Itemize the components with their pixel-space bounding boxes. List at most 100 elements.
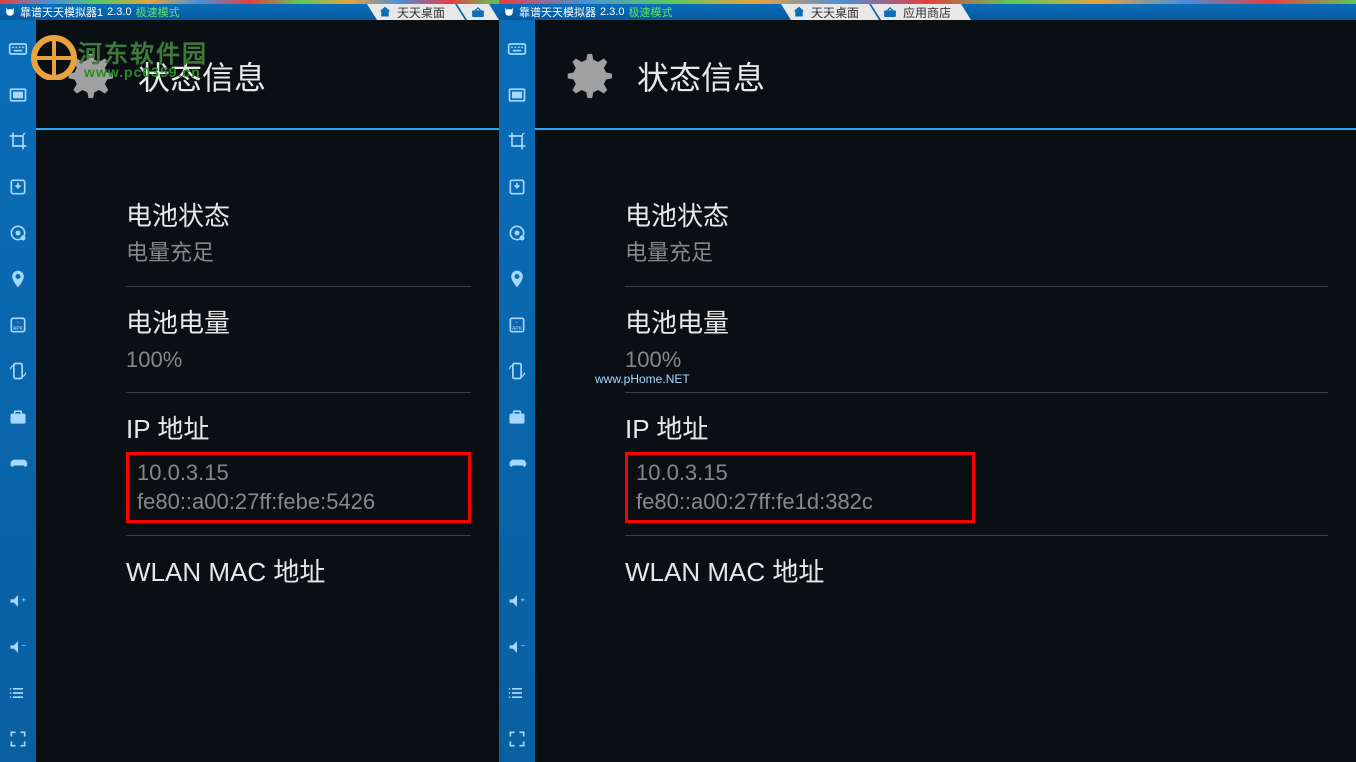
volume-down-icon[interactable]: − (499, 624, 535, 670)
app-logo-icon (503, 6, 515, 18)
tab-label: 应用商店 (903, 4, 951, 21)
app-name: 靠谱天天模拟器1 (20, 4, 103, 20)
download-icon[interactable] (499, 164, 535, 210)
home-icon (793, 6, 805, 18)
volume-up-icon[interactable]: + (0, 578, 36, 624)
ipv6-value: fe80::a00:27ff:febe:5426 (137, 488, 460, 517)
header-divider (36, 128, 499, 130)
battery-level-value: 100% (625, 346, 1328, 375)
ipv6-value: fe80::a00:27ff:fe1d:382c (636, 488, 964, 517)
app-mode: 极速模式 (628, 4, 672, 20)
list-icon[interactable] (0, 670, 36, 716)
ipv4-value: 10.0.3.15 (137, 459, 460, 488)
row-wlan-mac[interactable]: WLAN MAC 地址 (126, 536, 471, 613)
store-icon (883, 7, 897, 17)
header-divider (535, 128, 1356, 130)
svg-text:+: + (17, 320, 20, 325)
row-battery-level[interactable]: 电池电量 100% (625, 287, 1328, 393)
page-title: 状态信息 (637, 53, 765, 99)
row-ip-address[interactable]: IP 地址 10.0.3.15 fe80::a00:27ff:febe:5426 (126, 393, 471, 535)
wlan-mac-label: WLAN MAC 地址 (625, 552, 1328, 589)
tab-desktop[interactable]: 天天桌面 (781, 4, 879, 20)
ip-label: IP 地址 (126, 409, 471, 446)
page-title: 状态信息 (138, 53, 266, 99)
tab-label: 天天桌面 (811, 4, 859, 21)
emulator-left: 靠谱天天模拟器1 2.3.0 极速模式 天天桌面 +APK + (0, 0, 499, 762)
emulator-right: 靠谱天天模拟器 2.3.0 极速模式 天天桌面 应用商店 +APK (499, 0, 1356, 762)
app-logo-icon (4, 6, 16, 18)
gear-icon (563, 48, 619, 104)
svg-text:+: + (520, 595, 525, 605)
row-wlan-mac[interactable]: WLAN MAC 地址 (625, 536, 1328, 613)
wlan-mac-label: WLAN MAC 地址 (126, 552, 471, 589)
app-version: 2.3.0 (600, 6, 624, 18)
tab-store[interactable]: 应用商店 (871, 4, 971, 20)
home-icon (379, 6, 391, 18)
svg-text:−: − (520, 641, 525, 651)
info-list: 电池状态 电量充足 电池电量 100% IP 地址 10.0.3.15 fe80… (535, 180, 1356, 613)
battery-level-label: 电池电量 (126, 303, 471, 340)
svg-text:+: + (516, 320, 519, 325)
highlight-box: 10.0.3.15 fe80::a00:27ff:febe:5426 (126, 452, 471, 523)
row-battery-status[interactable]: 电池状态 电量充足 (625, 180, 1328, 286)
tab-label: 天天桌面 (397, 4, 445, 21)
ip-label: IP 地址 (625, 409, 1328, 446)
ipv4-value: 10.0.3.15 (636, 459, 964, 488)
list-icon[interactable] (499, 670, 535, 716)
svg-text:APK: APK (512, 326, 523, 332)
title-bar: 靠谱天天模拟器 2.3.0 极速模式 天天桌面 应用商店 (499, 4, 1356, 20)
content-area: www.pHome.NET 状态信息 电池状态 电量充足 电池电量 100% (535, 20, 1356, 762)
keyboard-icon[interactable] (499, 26, 535, 72)
store-icon (471, 7, 485, 17)
screenshot-icon[interactable] (499, 72, 535, 118)
volume-up-icon[interactable]: + (499, 578, 535, 624)
toolbox-icon[interactable] (499, 394, 535, 440)
apk-icon[interactable]: +APK (499, 302, 535, 348)
rotate-icon[interactable] (499, 348, 535, 394)
battery-status-label: 电池状态 (625, 196, 1328, 233)
row-battery-level[interactable]: 电池电量 100% (126, 287, 471, 393)
svg-text:+: + (21, 595, 26, 605)
tab-row: 天天桌面 应用商店 (789, 4, 971, 20)
toolbox-icon[interactable] (0, 394, 36, 440)
battery-level-label: 电池电量 (625, 303, 1328, 340)
app-name: 靠谱天天模拟器 (519, 4, 596, 20)
svg-text:APK: APK (13, 326, 24, 332)
camera-icon[interactable] (0, 210, 36, 256)
content-area: 河东软件园 www.pc0359.cn 状态信息 电池状态 电量充足 电池电量 (36, 20, 499, 762)
battery-level-value: 100% (126, 346, 471, 375)
app-mode: 极速模式 (136, 4, 180, 20)
svg-text:−: − (21, 641, 26, 651)
row-battery-status[interactable]: 电池状态 电量充足 (126, 180, 471, 286)
app-version: 2.3.0 (107, 6, 131, 18)
fullscreen-icon[interactable] (0, 716, 36, 762)
highlight-box: 10.0.3.15 fe80::a00:27ff:fe1d:382c (625, 452, 975, 523)
sidebar: +APK + − (499, 20, 535, 762)
sidebar: +APK + − (0, 20, 36, 762)
battery-status-label: 电池状态 (126, 196, 471, 233)
settings-header: 状态信息 (535, 20, 1356, 128)
battery-status-value: 电量充足 (625, 239, 1328, 268)
fullscreen-icon[interactable] (499, 716, 535, 762)
gear-icon (64, 48, 120, 104)
volume-down-icon[interactable]: − (0, 624, 36, 670)
location-icon[interactable] (0, 256, 36, 302)
screenshot-icon[interactable] (0, 72, 36, 118)
apk-icon[interactable]: +APK (0, 302, 36, 348)
title-bar: 靠谱天天模拟器1 2.3.0 极速模式 天天桌面 (0, 4, 499, 20)
settings-header: 状态信息 (36, 20, 499, 128)
crop-icon[interactable] (499, 118, 535, 164)
download-icon[interactable] (0, 164, 36, 210)
tab-desktop[interactable]: 天天桌面 (367, 4, 465, 20)
camera-icon[interactable] (499, 210, 535, 256)
keyboard-icon[interactable] (0, 26, 36, 72)
gamepad-icon[interactable] (0, 440, 36, 486)
info-list: 电池状态 电量充足 电池电量 100% IP 地址 10.0.3.15 fe80… (36, 180, 499, 613)
rotate-icon[interactable] (0, 348, 36, 394)
crop-icon[interactable] (0, 118, 36, 164)
gamepad-icon[interactable] (499, 440, 535, 486)
row-ip-address[interactable]: IP 地址 10.0.3.15 fe80::a00:27ff:fe1d:382c (625, 393, 1328, 535)
tab-row: 天天桌面 (375, 4, 499, 20)
location-icon[interactable] (499, 256, 535, 302)
battery-status-value: 电量充足 (126, 239, 471, 268)
